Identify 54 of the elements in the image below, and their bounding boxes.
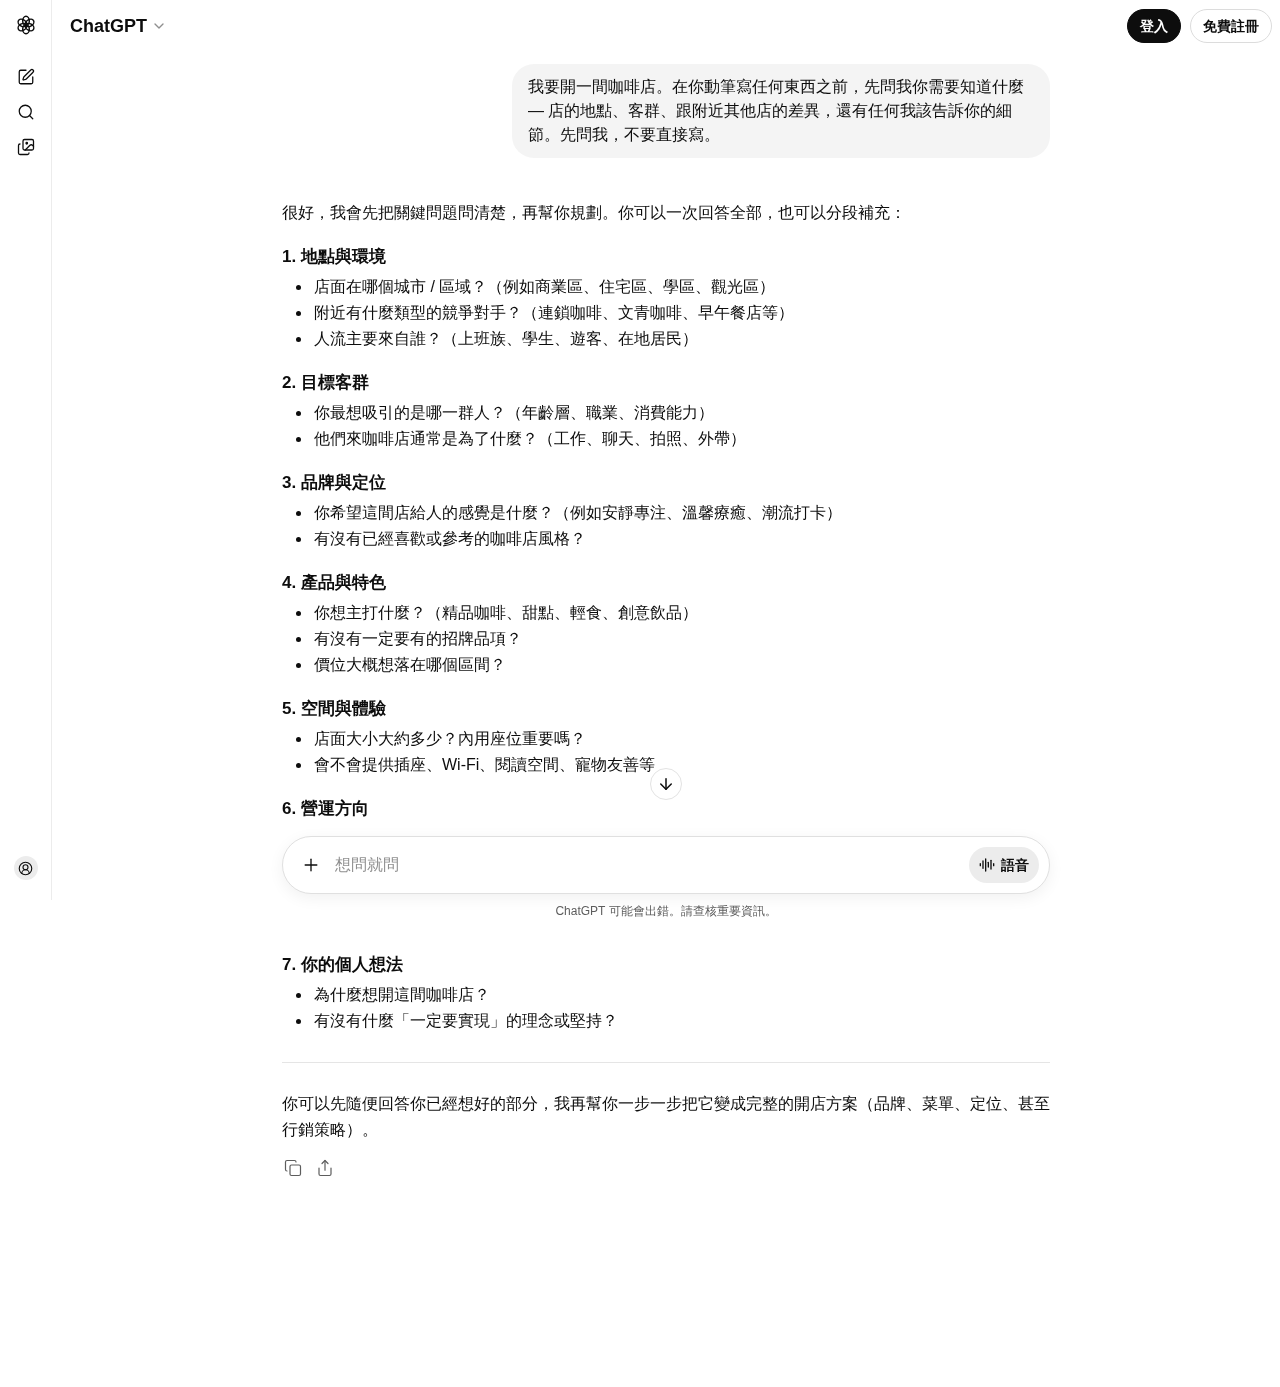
- section-heading: 3. 品牌與定位: [282, 472, 387, 494]
- profile-button[interactable]: [13, 856, 38, 880]
- login-button[interactable]: 登入: [1127, 9, 1181, 43]
- user-message-bubble: 我要開一間咖啡店。在你動筆寫任何東西之前，先問我你需要知道什麼 — 店的地點、客群、跟附近其他店的差異，還有任何我該告訴你的細節。先問我，不要直接寫。: [512, 64, 1050, 158]
- list-item-text: 人流主要來自誰？（上班族、學生、遊客、在地居民）: [314, 329, 698, 349]
- assistant-outro: 你可以先隨便回答你已經想好的部分，我再幫你一步一步把它變成完整的開店方案（品牌、菜單、定位、甚至行銷策略）。: [282, 1094, 1050, 1140]
- list-item-text: 有沒有一定要有的招牌品項？: [314, 629, 522, 649]
- logo-icon[interactable]: [14, 14, 37, 36]
- list-item-text: 有沒有已經喜歡或參考的咖啡店風格？: [314, 529, 586, 549]
- message-composer[interactable]: 想問就問 語音: [282, 836, 1050, 894]
- bullet-icon: [295, 1019, 301, 1024]
- section-heading: 1. 地點與環境: [282, 246, 387, 268]
- voice-button[interactable]: 語音: [969, 847, 1039, 883]
- bullet-icon: [295, 285, 301, 290]
- bullet-icon: [295, 537, 301, 542]
- list-item-text: 價位大概想落在哪個區間？: [314, 655, 506, 675]
- arrow-down-icon: [657, 775, 675, 793]
- bullet-icon: [295, 663, 301, 668]
- copy-icon[interactable]: [284, 1159, 302, 1177]
- list-item-text: 你最想吸引的是哪一群人？（年齡層、職業、消費能力）: [314, 403, 714, 423]
- section-heading: 4. 產品與特色: [282, 572, 387, 594]
- signup-button[interactable]: 免費註冊: [1190, 9, 1272, 43]
- list-item-text: 你希望這間店給人的感覺是什麼？（例如安靜專注、溫馨療癒、潮流打卡）: [314, 503, 842, 523]
- user-icon: [18, 860, 33, 876]
- waveform-icon: [979, 857, 995, 873]
- bullet-icon: [295, 311, 301, 316]
- section-heading: 6. 營運方向: [282, 798, 370, 820]
- disclaimer-text: ChatGPT 可能會出錯。請查核重要資訊。: [554, 903, 778, 920]
- images-icon[interactable]: [16, 138, 35, 156]
- list-item-text: 附近有什麼類型的競爭對手？（連鎖咖啡、文青咖啡、早午餐店等）: [314, 303, 794, 323]
- list-item-text: 會不會提供插座、Wi-Fi、閱讀空間、寵物友善等: [314, 755, 656, 775]
- new-chat-icon[interactable]: [16, 68, 35, 86]
- bullet-icon: [295, 763, 301, 768]
- bullet-icon: [295, 337, 301, 342]
- section-heading: 7. 你的個人想法: [282, 954, 404, 976]
- list-item-text: 店面在哪個城市 / 區域？（例如商業區、住宅區、學區、觀光區）: [314, 277, 776, 297]
- share-icon[interactable]: [316, 1159, 334, 1177]
- bullet-icon: [295, 411, 301, 416]
- bullet-icon: [295, 511, 301, 516]
- bullet-icon: [295, 611, 301, 616]
- list-item-text: 店面大小大約多少？內用座位重要嗎？: [314, 729, 586, 749]
- list-item-text: 他們來咖啡店通常是為了什麼？（工作、聊天、拍照、外帶）: [314, 429, 746, 449]
- bullet-icon: [295, 993, 301, 998]
- bullet-icon: [295, 737, 301, 742]
- assistant-intro: 很好，我會先把關鍵問題問清楚，再幫你規劃。你可以一次回答全部，也可以分段補充：: [282, 203, 907, 223]
- model-selector[interactable]: ChatGPT: [70, 12, 167, 40]
- list-item-text: 有沒有什麼「一定要實現」的理念或堅持？: [314, 1011, 618, 1031]
- bullet-icon: [295, 637, 301, 642]
- list-item-text: 你想主打什麼？（精品咖啡、甜點、輕食、創意飲品）: [314, 603, 698, 623]
- section-heading: 5. 空間與體驗: [282, 698, 387, 720]
- list-item-text: 為什麼想開這間咖啡店？: [314, 985, 490, 1005]
- section-heading: 2. 目標客群: [282, 372, 370, 394]
- search-icon[interactable]: [16, 103, 35, 121]
- bullet-icon: [295, 437, 301, 442]
